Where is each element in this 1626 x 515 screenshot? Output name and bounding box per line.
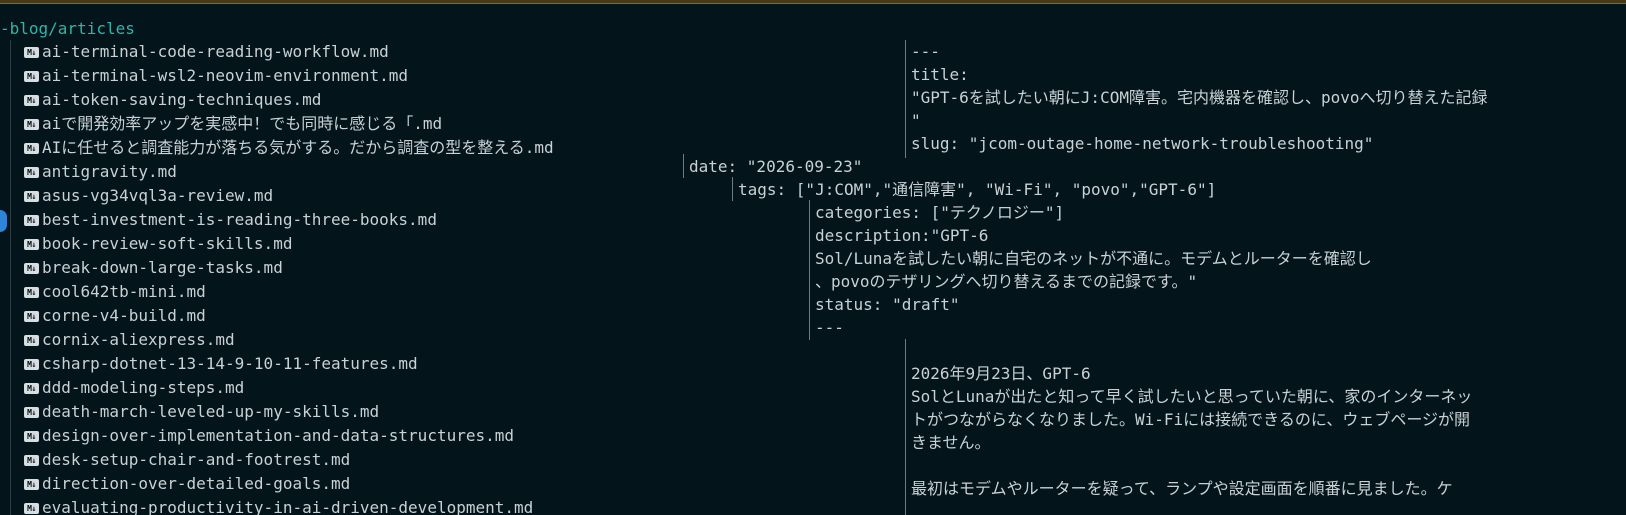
window-top-border: [0, 0, 1626, 4]
current-directory-path: -blog/articles: [0, 19, 135, 38]
preview-title-value: "GPT-6を試したい朝にJ:COM障害。宅内機器を確認し、povoへ切り替えた…: [911, 88, 1488, 107]
file-item[interactable]: M↓ cornix-aliexpress.md: [24, 328, 554, 352]
preview-description-line: 、povoのテザリングへ切り替えるまでの記録です。": [815, 272, 1198, 291]
markdown-file-icon: M↓: [24, 118, 39, 130]
cursor-indicator: [0, 210, 7, 232]
file-name: death-march-leveled-up-my-skills.md: [42, 402, 380, 421]
preview-frontmatter-close: ---: [815, 318, 844, 337]
markdown-file-icon: M↓: [24, 214, 39, 226]
file-name: ai-terminal-wsl2-neovim-environment.md: [42, 66, 409, 85]
preview-body-line: 最初はモデムやルーターを疑って、ランプや設定画面を順番に見ました。ケ: [911, 479, 1453, 498]
markdown-file-icon: M↓: [24, 70, 39, 82]
file-name: evaluating-productivity-in-ai-driven-dev…: [42, 498, 534, 515]
preview-blank-line: [905, 454, 911, 478]
file-item[interactable]: M↓ direction-over-detailed-goals.md: [24, 472, 554, 496]
file-name: cornix-aliexpress.md: [42, 330, 235, 349]
file-item[interactable]: M↓ evaluating-productivity-in-ai-driven-d…: [24, 496, 554, 515]
file-name: ddd-modeling-steps.md: [42, 378, 245, 397]
preview-slug: slug: "jcom-outage-home-network-troubles…: [911, 134, 1374, 153]
markdown-file-icon: M↓: [24, 502, 39, 514]
file-name: design-over-implementation-and-data-stru…: [42, 426, 515, 445]
markdown-file-icon: M↓: [24, 406, 39, 418]
markdown-file-icon: M↓: [24, 358, 39, 370]
file-tree: M↓ ai-terminal-code-reading-workflow.md M…: [24, 40, 554, 515]
file-item[interactable]: M↓ asus-vg34vql3a-review.md: [24, 184, 554, 208]
markdown-file-icon: M↓: [24, 166, 39, 178]
file-name: book-review-soft-skills.md: [42, 234, 293, 253]
preview-tags: tags: ["J:COM","通信障害", "Wi-Fi", "povo","…: [738, 180, 1217, 199]
markdown-file-icon: M↓: [24, 430, 39, 442]
markdown-file-icon: M↓: [24, 262, 39, 274]
file-item[interactable]: M↓ desk-setup-chair-and-footrest.md: [24, 448, 554, 472]
markdown-file-icon: M↓: [24, 286, 39, 298]
file-item[interactable]: M↓ corne-v4-build.md: [24, 304, 554, 328]
preview-categories: categories: ["テクノロジー"]: [815, 203, 1065, 222]
preview-description-key: description:"GPT-6: [815, 226, 989, 245]
markdown-file-icon: M↓: [24, 46, 39, 58]
preview-body-line: SolとLunaが出たと知って早く試したいと思っていた朝に、家のインターネッ: [911, 387, 1473, 406]
file-name: desk-setup-chair-and-footrest.md: [42, 450, 351, 469]
file-item[interactable]: M↓ design-over-implementation-and-data-st…: [24, 424, 554, 448]
file-item-selected[interactable]: M↓ best-investment-is-reading-three-books…: [24, 208, 554, 232]
preview-body-line: トがつながらなくなりました。Wi-Fiには接続できるのに、ウェブページが開: [911, 410, 1471, 429]
preview-blank-line: [905, 339, 911, 363]
markdown-file-icon: M↓: [24, 310, 39, 322]
tree-indent-guide: [10, 40, 11, 515]
preview-date: date: "2026-09-23": [689, 157, 863, 176]
file-item[interactable]: M↓ break-down-large-tasks.md: [24, 256, 554, 280]
file-name: ai-terminal-code-reading-workflow.md: [42, 42, 389, 61]
file-name: asus-vg34vql3a-review.md: [42, 186, 274, 205]
markdown-file-icon: M↓: [24, 238, 39, 250]
file-name: ai-token-saving-techniques.md: [42, 90, 322, 109]
file-name: break-down-large-tasks.md: [42, 258, 283, 277]
file-item[interactable]: M↓ ai-terminal-wsl2-neovim-environment.md: [24, 64, 554, 88]
file-name: csharp-dotnet-13-14-9-10-11-features.md: [42, 354, 418, 373]
file-name: best-investment-is-reading-three-books.m…: [42, 210, 437, 229]
markdown-file-icon: M↓: [24, 94, 39, 106]
preview-status: status: "draft": [815, 295, 960, 314]
file-item[interactable]: M↓ ai-terminal-code-reading-workflow.md: [24, 40, 554, 64]
file-item[interactable]: M↓ death-march-leveled-up-my-skills.md: [24, 400, 554, 424]
preview-body-line: 2026年9月23日、GPT-6: [911, 364, 1091, 383]
preview-title-close: ": [911, 111, 921, 130]
file-item[interactable]: M↓ ai-token-saving-techniques.md: [24, 88, 554, 112]
markdown-file-icon: M↓: [24, 142, 39, 154]
file-name: corne-v4-build.md: [42, 306, 206, 325]
file-item[interactable]: M↓ aiで開発効率アップを実感中！でも同時に感じる「.md: [24, 112, 554, 136]
file-name: cool642tb-mini.md: [42, 282, 206, 301]
preview-description-line: Sol/Lunaを試したい朝に自宅のネットが不通に。モデムとルーターを確認し: [815, 249, 1372, 268]
file-item[interactable]: M↓ book-review-soft-skills.md: [24, 232, 554, 256]
preview-frontmatter-open: ---: [911, 42, 940, 61]
file-item[interactable]: M↓ AIに任せると調査能力が落ちる気がする。だから調査の型を整える.md: [24, 136, 554, 160]
preview-title-key: title:: [911, 65, 969, 84]
file-name: aiで開発効率アップを実感中！でも同時に感じる「.md: [42, 114, 443, 133]
file-name: direction-over-detailed-goals.md: [42, 474, 351, 493]
file-name: antigravity.md: [42, 162, 177, 181]
file-item[interactable]: M↓ ddd-modeling-steps.md: [24, 376, 554, 400]
markdown-file-icon: M↓: [24, 382, 39, 394]
preview-body-line: きません。: [911, 433, 991, 452]
markdown-file-icon: M↓: [24, 190, 39, 202]
markdown-file-icon: M↓: [24, 334, 39, 346]
file-item[interactable]: M↓ cool642tb-mini.md: [24, 280, 554, 304]
markdown-file-icon: M↓: [24, 478, 39, 490]
file-name: AIに任せると調査能力が落ちる気がする。だから調査の型を整える.md: [42, 138, 554, 157]
file-item[interactable]: M↓ csharp-dotnet-13-14-9-10-11-features.m…: [24, 352, 554, 376]
markdown-file-icon: M↓: [24, 454, 39, 466]
file-item[interactable]: M↓ antigravity.md: [24, 160, 554, 184]
